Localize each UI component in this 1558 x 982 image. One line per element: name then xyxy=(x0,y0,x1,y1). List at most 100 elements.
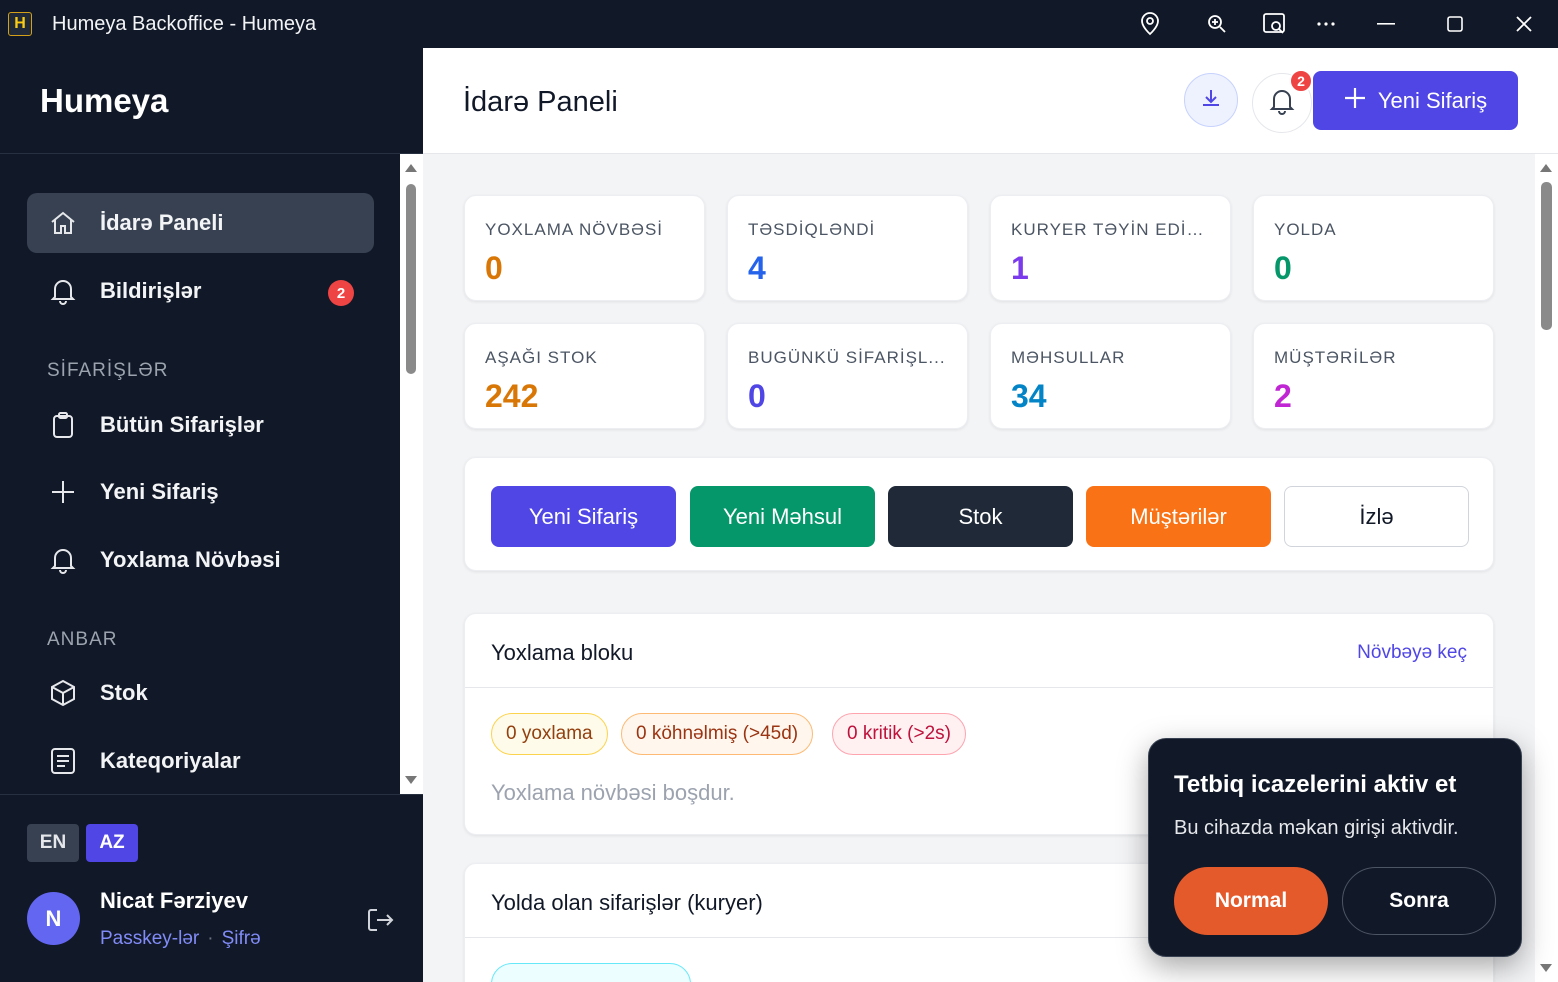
language-en-button[interactable]: EN xyxy=(27,824,79,862)
stat-label: YOXLAMA NÖVBƏSİ xyxy=(485,220,664,239)
stock-quick-button[interactable]: Stok xyxy=(888,486,1073,547)
customers-quick-button[interactable]: Müştərilər xyxy=(1086,486,1271,547)
panel-title: Yoxlama bloku xyxy=(491,640,634,665)
user-name: Nicat Fərziyev xyxy=(100,888,248,913)
maximize-icon[interactable] xyxy=(1441,10,1469,38)
stat-card-low-stock[interactable]: AŞAĞI STOK 242 xyxy=(464,323,705,429)
scroll-up-icon[interactable] xyxy=(1540,164,1552,172)
sidebar-item-label: İdarə Paneli xyxy=(100,210,224,235)
stat-value: 0 xyxy=(485,250,503,286)
scroll-up-icon[interactable] xyxy=(405,164,417,172)
bell-icon xyxy=(1269,87,1295,120)
normal-button[interactable]: Normal xyxy=(1174,867,1328,935)
sidebar-item-review-queue[interactable]: Yoxlama Növbəsi xyxy=(27,530,374,590)
plus-icon xyxy=(49,478,77,506)
new-product-quick-button[interactable]: Yeni Məhsul xyxy=(690,486,875,547)
user-links: Passkey-lər · Şifrə xyxy=(100,928,261,950)
track-quick-button[interactable]: İzlə xyxy=(1284,486,1469,547)
main-scrollbar[interactable] xyxy=(1535,154,1558,982)
location-icon[interactable] xyxy=(1136,10,1164,38)
brand-logo: Humeya xyxy=(40,82,169,119)
box-icon xyxy=(49,679,77,707)
clipboard-icon xyxy=(49,411,77,439)
scrollbar-thumb[interactable] xyxy=(406,184,416,374)
stat-card-review-queue[interactable]: YOXLAMA NÖVBƏSİ 0 xyxy=(464,195,705,301)
new-order-label: Yeni Sifariş xyxy=(1377,87,1488,113)
sidebar-item-all-orders[interactable]: Bütün Sifarişlər xyxy=(27,395,374,455)
scroll-down-icon[interactable] xyxy=(1540,964,1552,972)
home-icon xyxy=(49,209,77,237)
courier-pill xyxy=(491,963,691,982)
stat-card-products[interactable]: MƏHSULLAR 34 xyxy=(990,323,1231,429)
stat-card-courier-assigned[interactable]: KURYER TƏYİN EDİLDİ 1 xyxy=(990,195,1231,301)
more-icon[interactable] xyxy=(1312,10,1340,38)
download-icon xyxy=(1199,86,1223,115)
notification-badge: 2 xyxy=(328,280,354,306)
later-button[interactable]: Sonra xyxy=(1342,867,1496,935)
stat-value: 2 xyxy=(1274,378,1292,414)
panel-title: Yolda olan sifarişlər (kuryer) xyxy=(491,890,763,915)
stat-card-customers[interactable]: MÜŞTƏRİLƏR 2 xyxy=(1253,323,1494,429)
new-order-button[interactable]: Yeni Sifariş xyxy=(1313,71,1518,130)
language-az-button[interactable]: AZ xyxy=(86,824,138,862)
sidebar-item-notifications[interactable]: Bildirişlər 2 xyxy=(27,261,374,321)
page-title: İdarə Paneli xyxy=(463,86,618,118)
sidebar-item-label: Yoxlama Növbəsi xyxy=(100,547,281,572)
stat-card-today-orders[interactable]: BUGÜNKÜ SİFARİŞL... 0 xyxy=(727,323,968,429)
password-link[interactable]: Şifrə xyxy=(222,928,261,949)
sidebar-item-categories[interactable]: Kateqoriyalar xyxy=(27,731,374,791)
stat-value: 0 xyxy=(1274,250,1292,286)
critical-count-pill: 0 kritik (>2s) xyxy=(832,713,966,755)
permission-toast: Tetbiq icazelerini aktiv et Bu cihazda m… xyxy=(1148,738,1522,957)
sidebar-nav: İdarə Paneli Bildirişlər 2 SİFARİŞLƏR Bü… xyxy=(0,154,400,794)
stat-label: YOLDA xyxy=(1274,220,1337,239)
empty-state-text: Yoxlama növbəsi boşdur. xyxy=(491,780,735,805)
stat-value: 1 xyxy=(1011,250,1029,286)
bell-icon xyxy=(49,546,77,574)
title-bar: H Humeya Backoffice - Humeya xyxy=(0,0,1558,48)
stat-label: BUGÜNKÜ SİFARİŞL... xyxy=(748,348,946,367)
sidebar-item-label: Kateqoriyalar xyxy=(100,748,241,773)
stat-label: AŞAĞI STOK xyxy=(485,348,598,367)
divider xyxy=(465,687,1493,688)
go-to-queue-link[interactable]: Növbəyə keç xyxy=(1357,642,1467,664)
sidebar-item-label: Stok xyxy=(100,680,148,705)
stat-card-in-transit[interactable]: YOLDA 0 xyxy=(1253,195,1494,301)
sidebar: Humeya İdarə Paneli Bildirişlər 2 SİFARİ… xyxy=(0,48,423,982)
stat-label: KURYER TƏYİN EDİLDİ xyxy=(1011,220,1211,239)
toast-title: Tetbiq icazelerini aktiv et xyxy=(1174,771,1457,798)
cast-icon[interactable] xyxy=(1261,10,1289,38)
minimize-icon[interactable] xyxy=(1372,10,1400,38)
section-warehouse: ANBAR xyxy=(47,629,118,650)
passkeys-link[interactable]: Passkey-lər xyxy=(100,928,199,949)
sidebar-item-stock[interactable]: Stok xyxy=(27,663,374,723)
window-title: Humeya Backoffice - Humeya xyxy=(52,13,317,35)
stat-value: 0 xyxy=(748,378,766,414)
app-logo: H xyxy=(8,12,32,36)
sidebar-item-label: Yeni Sifariş xyxy=(100,479,219,504)
page-header: İdarə Paneli 2 Yeni Sifariş xyxy=(423,48,1558,154)
stat-value: 242 xyxy=(485,378,539,414)
scrollbar-thumb[interactable] xyxy=(1541,182,1552,330)
stat-value: 4 xyxy=(748,250,766,286)
close-icon[interactable] xyxy=(1510,10,1538,38)
zoom-icon[interactable] xyxy=(1203,10,1231,38)
new-order-quick-button[interactable]: Yeni Sifariş xyxy=(491,486,676,547)
quick-actions-panel: Yeni Sifariş Yeni Məhsul Stok Müştərilər… xyxy=(464,457,1494,571)
toast-message: Bu cihazda məkan girişi aktivdir. xyxy=(1174,817,1459,839)
sidebar-item-new-order[interactable]: Yeni Sifariş xyxy=(27,462,374,522)
sidebar-scrollbar[interactable] xyxy=(400,154,423,794)
notification-badge: 2 xyxy=(1289,69,1313,93)
stat-card-approved[interactable]: TƏSDİQLƏNDİ 4 xyxy=(727,195,968,301)
logout-icon[interactable] xyxy=(364,904,396,936)
scroll-down-icon[interactable] xyxy=(405,776,417,784)
stale-count-pill: 0 köhnəlmiş (>45d) xyxy=(621,713,814,755)
list-icon xyxy=(49,747,77,775)
stat-label: TƏSDİQLƏNDİ xyxy=(748,220,876,239)
sidebar-item-dashboard[interactable]: İdarə Paneli xyxy=(27,193,374,253)
sidebar-item-label: Bütün Sifarişlər xyxy=(100,412,264,437)
review-count-pill: 0 yoxlama xyxy=(491,713,608,755)
bell-icon xyxy=(49,277,77,305)
divider xyxy=(0,794,423,795)
download-button[interactable] xyxy=(1184,73,1238,127)
